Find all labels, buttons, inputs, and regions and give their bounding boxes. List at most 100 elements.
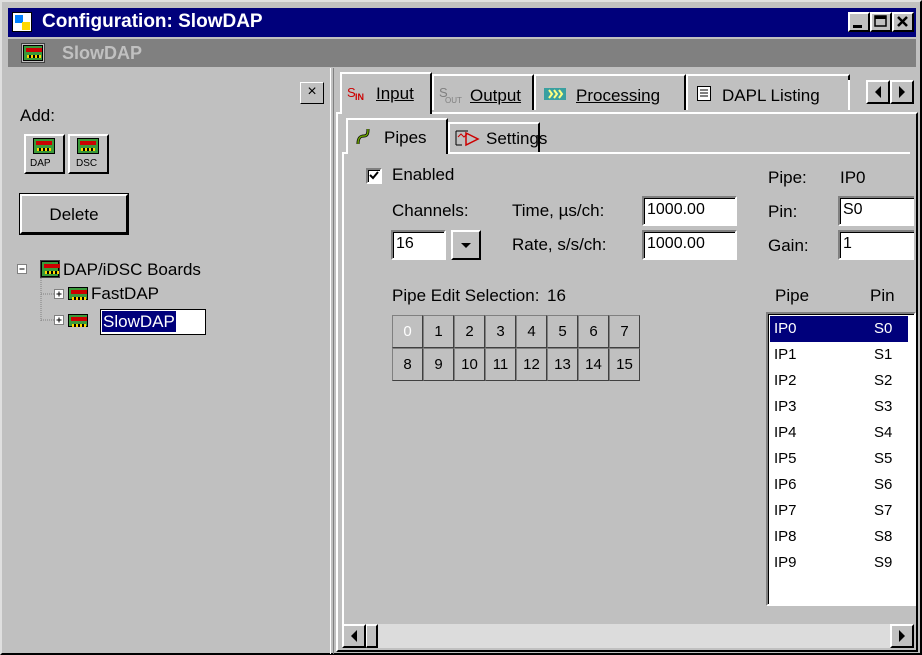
pipe-pin-list-body: IP0 S0 IP1 S1 IP2 S2 IP3 S3 IP4 S4 IP5 S5 IP6 S6 IP7 S7…	[770, 316, 914, 604]
channel-cell[interactable]: 4	[516, 315, 547, 348]
pane-splitter[interactable]	[330, 68, 334, 654]
list-item-pin: S5	[874, 450, 893, 467]
tab-output[interactable]: S OUT Output	[432, 74, 534, 110]
processing-icon	[544, 88, 566, 100]
list-item[interactable]: IP4 S4	[770, 420, 908, 446]
settings-icon	[455, 130, 480, 147]
scroll-right-button[interactable]	[890, 624, 914, 648]
list-item-pipe: IP9	[774, 554, 797, 571]
dsc-board-icon	[77, 138, 99, 154]
enabled-checkbox[interactable]	[366, 168, 382, 184]
horizontal-scrollbar[interactable]	[342, 624, 914, 648]
tab-pipes-label: Pipes	[384, 128, 427, 147]
list-item-pin: S6	[874, 476, 893, 493]
delete-button[interactable]: Delete	[20, 194, 128, 234]
channel-cell[interactable]: 3	[485, 315, 516, 348]
tab-scroll-left-button[interactable]	[866, 80, 890, 104]
header-title: SlowDAP	[62, 43, 143, 63]
channel-cell[interactable]: 10	[454, 348, 485, 381]
list-item-pipe: IP1	[774, 346, 797, 363]
channel-cell[interactable]: 8	[392, 348, 423, 381]
arrow-left-icon	[875, 86, 881, 98]
list-item[interactable]: IP8 S8	[770, 524, 908, 550]
channel-cell[interactable]: 12	[516, 348, 547, 381]
add-dap-button[interactable]: DAP	[24, 134, 65, 174]
close-icon	[897, 16, 908, 27]
channel-cell[interactable]: 5	[547, 315, 578, 348]
list-item-pipe: IP5	[774, 450, 797, 467]
tab-pipes[interactable]: Pipes	[346, 118, 448, 154]
list-item[interactable]: IP3 S3	[770, 394, 908, 420]
pipe-label: Pipe:	[768, 168, 807, 187]
pin-input[interactable]: S0	[838, 196, 914, 226]
list-item[interactable]: IP0 S0	[770, 316, 908, 342]
channel-cell[interactable]: 13	[547, 348, 578, 381]
channel-cell[interactable]: 15	[609, 348, 640, 381]
list-item[interactable]: IP2 S2	[770, 368, 908, 394]
channel-cell[interactable]: 14	[578, 348, 609, 381]
minimize-icon	[853, 25, 862, 28]
list-item-pin: S9	[874, 554, 893, 571]
delete-button-label: Delete	[49, 205, 99, 224]
title-bar[interactable]: Configuration: SlowDAP	[8, 8, 916, 37]
list-item[interactable]: IP1 S1	[770, 342, 908, 368]
pipe-edit-selection-label: Pipe Edit Selection:	[392, 286, 540, 305]
list-item-pin: S2	[874, 372, 893, 389]
channel-cell[interactable]: 2	[454, 315, 485, 348]
list-item[interactable]: IP5 S5	[770, 446, 908, 472]
pane-close-button[interactable]: ×	[300, 82, 324, 104]
list-item[interactable]: IP9 S9	[770, 550, 908, 576]
channel-cell[interactable]: 11	[485, 348, 516, 381]
channel-cell[interactable]: 9	[423, 348, 454, 381]
tab-dapl-listing[interactable]: DAPL Listing	[686, 74, 850, 110]
channel-cell[interactable]: 1	[423, 315, 454, 348]
tree-item-slowdap-edit[interactable]: SlowDAP	[100, 309, 206, 335]
minimize-button[interactable]	[848, 12, 870, 32]
list-item-pipe: IP0	[774, 320, 797, 337]
configuration-window: Configuration: SlowDAP SlowDAP × Add: DA…	[0, 0, 922, 655]
channels-combo-value[interactable]: 16	[391, 230, 446, 260]
tree-item-fastdap[interactable]: FastDAP	[91, 284, 159, 304]
gain-input[interactable]: 1	[838, 230, 914, 260]
time-input[interactable]: 1000.00	[642, 196, 737, 226]
output-icon: SOUT	[439, 85, 462, 105]
tab-settings[interactable]: Settings	[448, 122, 547, 152]
tab-input[interactable]: S IN Input	[340, 72, 432, 114]
tab-input-label: Input	[376, 84, 414, 103]
scroll-thumb[interactable]	[366, 624, 378, 648]
board-tree[interactable]: DAP/iDSC Boards FastDAP SlowDAP	[16, 258, 326, 338]
channel-cell[interactable]: 7	[609, 315, 640, 348]
channel-grid: 0 1 2 3 4 5 6 7 8 9 10 11 12 13 14 15	[392, 315, 642, 387]
rate-input[interactable]: 1000.00	[642, 230, 737, 260]
list-item[interactable]: IP7 S7	[770, 498, 908, 524]
list-item-pipe: IP6	[774, 476, 797, 493]
tab-scroll-right-button[interactable]	[890, 80, 914, 104]
arrow-left-icon	[351, 630, 357, 642]
list-header-pipe: Pipe	[775, 286, 810, 305]
checkmark-icon	[369, 171, 379, 180]
close-button[interactable]	[892, 12, 914, 32]
tab-processing[interactable]: Processing	[534, 74, 686, 110]
maximize-icon	[874, 15, 887, 27]
scroll-left-button[interactable]	[342, 624, 366, 648]
add-dsc-button[interactable]: DSC	[68, 134, 109, 174]
channel-cell[interactable]: 6	[578, 315, 609, 348]
chevron-down-icon	[461, 243, 471, 248]
svg-text:IN: IN	[355, 92, 364, 102]
root-board-icon	[40, 260, 60, 278]
channels-dropdown-button[interactable]	[451, 230, 481, 260]
pipe-pin-list[interactable]: IP0 S0 IP1 S1 IP2 S2 IP3 S3 IP4 S4 IP5 S5 IP6 S6 IP7 S7…	[766, 312, 916, 606]
list-item[interactable]: IP6 S6	[770, 472, 908, 498]
maximize-button[interactable]	[870, 12, 892, 32]
board-icon	[41, 261, 60, 277]
list-item-pin: S0	[874, 320, 893, 337]
tree-item-slowdap-text: SlowDAP	[102, 311, 176, 332]
enabled-label: Enabled	[392, 165, 455, 184]
tree-root-label[interactable]: DAP/iDSC Boards	[63, 260, 201, 280]
list-header-pin: Pin	[870, 286, 895, 305]
channel-cell[interactable]: 0	[392, 315, 423, 348]
window-title: Configuration: SlowDAP	[42, 11, 263, 32]
channels-label: Channels:	[392, 201, 469, 220]
arrow-right-icon	[899, 630, 905, 642]
tab-settings-label: Settings	[486, 129, 548, 148]
